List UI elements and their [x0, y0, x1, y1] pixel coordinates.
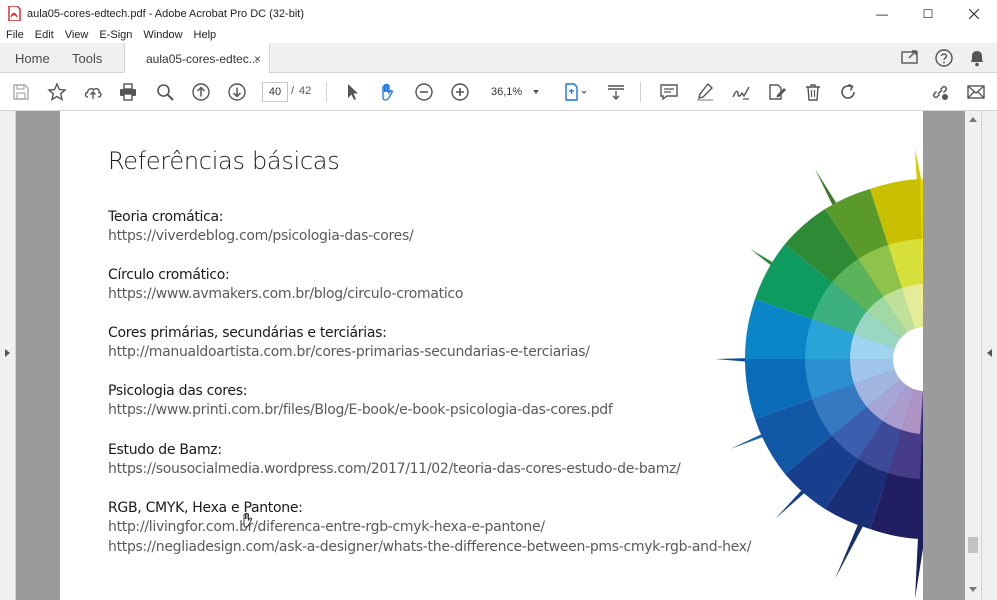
tab-home[interactable]: Home: [15, 43, 50, 73]
menu-help[interactable]: Help: [194, 29, 217, 41]
hand-cursor-icon: [243, 512, 253, 528]
tab-tools[interactable]: Tools: [72, 43, 102, 73]
menu-file[interactable]: File: [6, 29, 24, 41]
fit-page-icon[interactable]: [561, 80, 591, 104]
hand-icon[interactable]: [376, 80, 400, 104]
reference-item: Teoria cromática: https://viverdeblog.co…: [108, 208, 414, 246]
reference-item: Círculo cromático: https://www.avmakers.…: [108, 266, 463, 304]
toolbar: 40 / 42 36,1%: [0, 73, 997, 111]
reference-item: Psicologia das cores: https://www.printi…: [108, 382, 613, 420]
scroll-up-icon[interactable]: [969, 117, 977, 122]
sign-icon[interactable]: [729, 80, 753, 104]
scroll-mode-icon[interactable]: [604, 80, 628, 104]
tab-document-label: aula05-cores-edtec...: [146, 51, 259, 66]
color-wheel-illustration: [715, 149, 923, 599]
reference-url[interactable]: https://negliadesign.com/ask-a-designer/…: [108, 537, 751, 557]
delete-icon[interactable]: [801, 80, 825, 104]
tab-document[interactable]: aula05-cores-edtec... ×: [124, 43, 270, 74]
zoom-out-icon[interactable]: [412, 80, 436, 104]
acrobat-app-icon: [8, 5, 21, 22]
email-icon[interactable]: [964, 80, 988, 104]
upload-cloud-icon[interactable]: [81, 80, 105, 104]
page-margin-left: [17, 111, 60, 600]
reference-item: Estudo de Bamz: https://sousocialmedia.w…: [108, 441, 681, 479]
document-viewer[interactable]: Referências básicas Teoria cromática: ht…: [0, 111, 997, 600]
reference-url[interactable]: https://sousocialmedia.wordpress.com/201…: [108, 459, 681, 479]
help-icon[interactable]: [932, 46, 956, 70]
page-margin-right: [923, 111, 965, 600]
page-heading: Referências básicas: [108, 147, 340, 175]
page-separator: /: [291, 85, 295, 97]
tab-close-icon[interactable]: ×: [254, 52, 261, 66]
reference-label: Estudo de Bamz:: [108, 442, 222, 458]
edit-pdf-icon[interactable]: [765, 80, 789, 104]
save-icon[interactable]: [9, 80, 33, 104]
toolbar-divider: [326, 82, 327, 102]
zoom-in-icon[interactable]: [448, 80, 472, 104]
vertical-scrollbar[interactable]: [965, 111, 981, 600]
reference-url[interactable]: https://www.printi.com.br/files/Blog/E-b…: [108, 400, 613, 420]
page-number-input[interactable]: 40: [262, 82, 288, 102]
page-down-icon[interactable]: [225, 80, 249, 104]
close-window-button[interactable]: [951, 0, 997, 27]
reference-url[interactable]: http://livingfor.com.br/diferenca-entre-…: [108, 517, 751, 537]
menu-bar: File Edit View E-Sign Window Help: [0, 27, 997, 43]
menu-view[interactable]: View: [65, 29, 89, 41]
reference-label: Círculo cromático:: [108, 267, 230, 283]
search-zoom-icon[interactable]: [153, 80, 177, 104]
maximize-button[interactable]: ☐: [905, 0, 951, 27]
pdf-page: Referências básicas Teoria cromática: ht…: [60, 111, 923, 600]
print-icon[interactable]: [116, 80, 140, 104]
toolbar-divider: [640, 82, 641, 102]
reference-item: RGB, CMYK, Hexa e Pantone: http://living…: [108, 499, 751, 557]
minimize-button[interactable]: —: [859, 0, 905, 27]
reference-item: Cores primárias, secundárias e terciária…: [108, 324, 590, 362]
comment-icon[interactable]: [657, 80, 681, 104]
chevron-down-icon: [533, 90, 539, 94]
bookmark-star-icon[interactable]: [45, 80, 69, 104]
share-link-icon[interactable]: [928, 80, 952, 104]
select-arrow-icon[interactable]: [340, 80, 364, 104]
notifications-bell-icon[interactable]: [965, 46, 989, 70]
reference-label: Teoria cromática:: [108, 209, 224, 225]
reference-url[interactable]: https://www.avmakers.com.br/blog/circulo…: [108, 284, 463, 304]
menu-window[interactable]: Window: [143, 29, 182, 41]
scroll-down-icon[interactable]: [969, 587, 977, 592]
scrollbar-thumb[interactable]: [968, 537, 978, 553]
page-total: 42: [299, 85, 312, 97]
reference-label: Cores primárias, secundárias e terciária…: [108, 325, 387, 341]
reference-url[interactable]: https://viverdeblog.com/psicologia-das-c…: [108, 226, 414, 246]
menu-edit[interactable]: Edit: [35, 29, 54, 41]
zoom-level-value: 36,1%: [491, 86, 523, 98]
zoom-level-select[interactable]: 36,1%: [483, 82, 545, 102]
title-bar: aula05-cores-edtech.pdf - Adobe Acrobat …: [0, 0, 997, 27]
left-panel-toggle[interactable]: [0, 111, 16, 600]
window-title: aula05-cores-edtech.pdf - Adobe Acrobat …: [27, 7, 304, 20]
reference-url[interactable]: http://manualdoartista.com.br/cores-prim…: [108, 342, 590, 362]
page-up-icon[interactable]: [189, 80, 213, 104]
close-icon: [969, 8, 979, 19]
rotate-icon[interactable]: [836, 80, 860, 104]
highlight-icon[interactable]: [693, 80, 717, 104]
share-screen-icon[interactable]: [899, 46, 923, 70]
reference-label: RGB, CMYK, Hexa e Pantone:: [108, 500, 303, 516]
chevron-right-icon: [5, 349, 10, 357]
chevron-left-icon: [987, 349, 992, 357]
reference-label: Psicologia das cores:: [108, 383, 248, 399]
tab-bar: Home Tools aula05-cores-edtec... ×: [0, 43, 997, 74]
right-panel-toggle[interactable]: [981, 111, 997, 600]
menu-esign[interactable]: E-Sign: [99, 29, 132, 41]
